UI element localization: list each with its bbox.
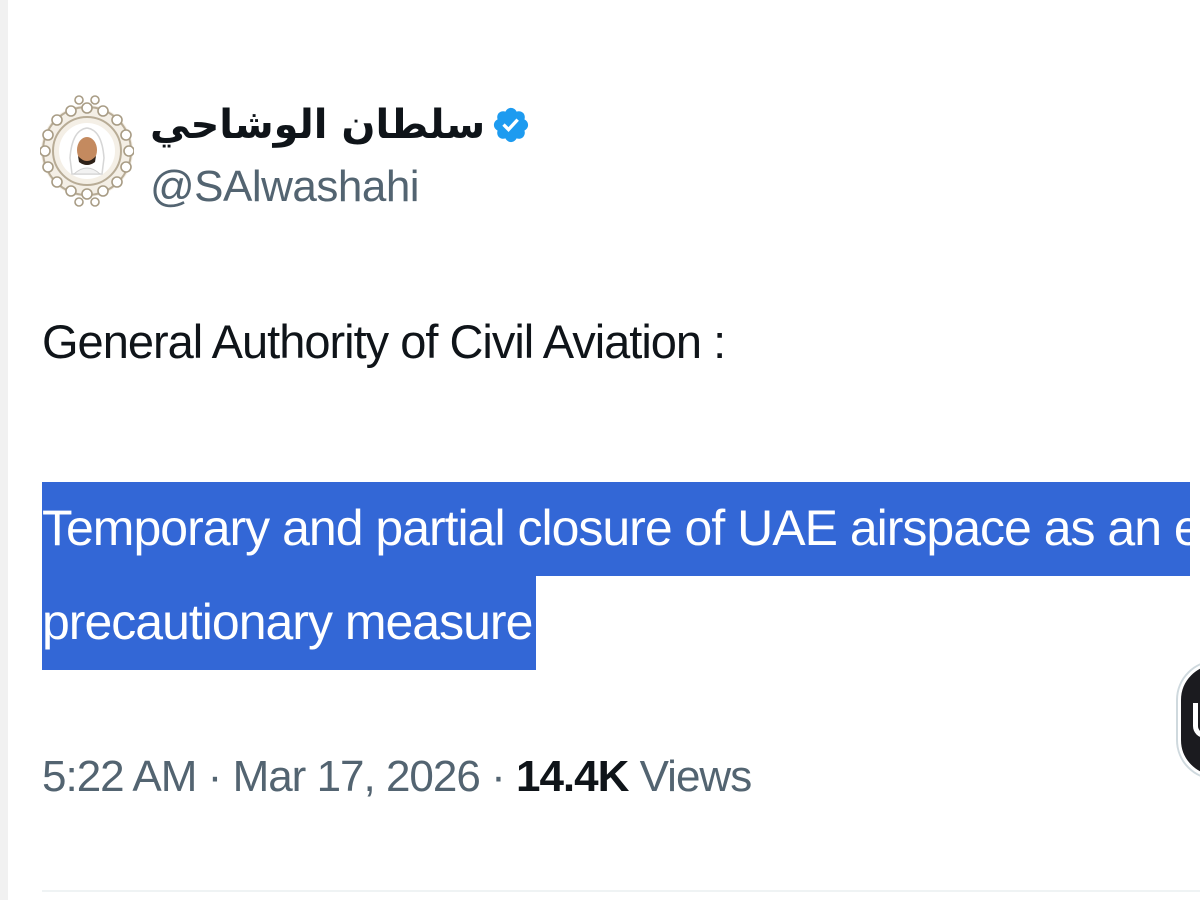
- highlighted-text-block: Temporary and partial closure of UAE air…: [42, 482, 1200, 670]
- post-date[interactable]: Mar 17, 2026: [233, 752, 481, 801]
- post-metadata: 5:22 AM · Mar 17, 2026 · 14.4K Views: [42, 752, 753, 802]
- post-time[interactable]: 5:22 AM: [42, 752, 197, 801]
- post-text-line: General Authority of Civil Aviation :: [42, 315, 726, 368]
- tweet-header: سلطان الوشاحي @SAlwashahi: [39, 70, 531, 232]
- meta-separator: ·: [491, 752, 506, 801]
- highlighted-text-line: precautionary measure: [42, 576, 537, 670]
- verified-badge-icon: [494, 107, 529, 143]
- left-edge-rule: [0, 0, 8, 900]
- author-info: سلطان الوشاحي @SAlwashahi: [150, 90, 531, 212]
- bottom-divider: [42, 890, 1200, 892]
- floating-action-bubble[interactable]: [1178, 662, 1200, 778]
- views-count: 14.4K: [515, 752, 629, 801]
- tweet-screenshot: سلطان الوشاحي @SAlwashahi General Author…: [0, 0, 1200, 900]
- highlighted-text-line: Temporary and partial closure of UAE air…: [42, 482, 1200, 576]
- author-display-name[interactable]: سلطان الوشاحي: [150, 102, 485, 148]
- author-handle[interactable]: @SAlwashahi: [150, 162, 531, 212]
- views-label: Views: [639, 752, 753, 801]
- meta-separator: ·: [207, 752, 223, 801]
- author-name-row: سلطان الوشاحي: [150, 90, 531, 160]
- bubble-icon: [1193, 703, 1200, 738]
- profile-avatar-icon[interactable]: [39, 70, 135, 232]
